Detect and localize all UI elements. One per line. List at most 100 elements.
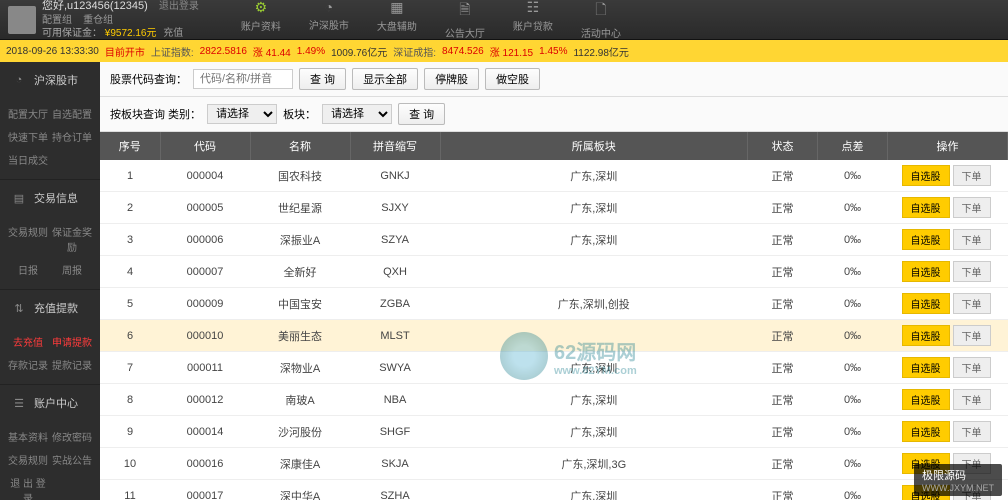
side-item[interactable]: 提款记录	[50, 353, 94, 376]
table-row[interactable]: 11 000017 深中华A SZHA 广东,深圳 正常 0‰ 自选股下单	[100, 480, 1008, 500]
plate-search-button[interactable]: 查 询	[398, 103, 445, 125]
table-row[interactable]: 9 000014 沙河股份 SHGF 广东,深圳 正常 0‰ 自选股下单	[100, 416, 1008, 448]
top-nav-item[interactable]: 🗋活动中心	[567, 0, 635, 44]
side-item[interactable]: 交易规则	[6, 448, 50, 471]
code-input[interactable]	[193, 69, 293, 89]
side-item[interactable]: 申请提款	[50, 330, 94, 353]
side-item[interactable]: 快速下单	[6, 125, 50, 148]
code-query-label: 股票代码查询：	[110, 71, 187, 87]
order-button[interactable]: 下单	[953, 389, 991, 410]
order-button[interactable]: 下单	[953, 229, 991, 250]
recharge-link[interactable]: 充值	[163, 28, 183, 39]
order-button[interactable]: 下单	[953, 357, 991, 378]
order-button[interactable]: 下单	[953, 165, 991, 186]
cell-status: 正常	[748, 480, 818, 500]
side-head[interactable]: ◔沪深股市	[0, 62, 100, 98]
top-nav-item[interactable]: ⚙账户资料	[227, 0, 295, 44]
top-nav-item[interactable]: 🗎公告大厅	[431, 0, 499, 44]
table-row[interactable]: 4 000007 全新好 QXH 正常 0‰ 自选股下单	[100, 256, 1008, 288]
order-button[interactable]: 下单	[953, 421, 991, 442]
side-item[interactable]: 日报	[6, 258, 50, 281]
side-items: 交易规则保证金奖励日报周报	[0, 216, 100, 289]
self-select-button[interactable]: 自选股	[902, 165, 950, 186]
self-select-button[interactable]: 自选股	[902, 421, 950, 442]
self-select-button[interactable]: 自选股	[902, 293, 950, 314]
sidebar: ◔沪深股市配置大厅自选配置快速下单持仓订单当日成交▤交易信息交易规则保证金奖励日…	[0, 62, 100, 500]
order-button[interactable]: 下单	[953, 325, 991, 346]
table-row[interactable]: 6 000010 美丽生态 MLST 正常 0‰ 自选股下单	[100, 320, 1008, 352]
table-row[interactable]: 3 000006 深振业A SZYA 广东,深圳 正常 0‰ 自选股下单	[100, 224, 1008, 256]
order-button[interactable]: 下单	[953, 261, 991, 282]
side-item[interactable]: 基本资料	[6, 425, 50, 448]
side-item[interactable]: 修改密码	[50, 425, 94, 448]
cell-code: 000017	[160, 480, 250, 500]
logout-link[interactable]: 退出登录	[159, 1, 199, 12]
table-row[interactable]: 7 000011 深物业A SWYA 广东,深圳 正常 0‰ 自选股下单	[100, 352, 1008, 384]
cell-status: 正常	[748, 384, 818, 416]
table-header[interactable]: 代码	[160, 132, 250, 160]
cell-code: 000005	[160, 192, 250, 224]
self-select-button[interactable]: 自选股	[902, 357, 950, 378]
table-header[interactable]: 状态	[748, 132, 818, 160]
table-header[interactable]: 名称	[250, 132, 350, 160]
side-section: ☰账户中心基本资料修改密码交易规则实战公告退 出 登 录	[0, 385, 100, 500]
category-select[interactable]: 请选择	[207, 104, 277, 124]
plate-select[interactable]: 请选择	[322, 104, 392, 124]
cell-py: MLST	[350, 320, 440, 352]
self-select-button[interactable]: 自选股	[902, 197, 950, 218]
side-head[interactable]: ☰账户中心	[0, 385, 100, 421]
side-item[interactable]: 周报	[50, 258, 94, 281]
side-item[interactable]: 当日成交	[6, 148, 50, 171]
search-button[interactable]: 查 询	[299, 68, 346, 90]
table-header[interactable]: 序号	[100, 132, 160, 160]
nav-label: 沪深股市	[309, 21, 349, 32]
cell-code: 000006	[160, 224, 250, 256]
top-nav-item[interactable]: ▦大盘辅助	[363, 0, 431, 44]
avatar[interactable]	[8, 6, 36, 34]
table-row[interactable]: 2 000005 世纪星源 SJXY 广东,深圳 正常 0‰ 自选股下单	[100, 192, 1008, 224]
table-row[interactable]: 10 000016 深康佳A SKJA 广东,深圳,3G 正常 0‰ 自选股下单	[100, 448, 1008, 480]
table-row[interactable]: 5 000009 中国宝安 ZGBA 广东,深圳,创投 正常 0‰ 自选股下单	[100, 288, 1008, 320]
table-wrap[interactable]: 序号代码名称拼音缩写所属板块状态点差操作 1 000004 国农科技 GNKJ …	[100, 132, 1008, 500]
side-item[interactable]: 自选配置	[50, 102, 94, 125]
nav-label: 大盘辅助	[377, 22, 417, 33]
side-item[interactable]: 交易规则	[6, 220, 50, 258]
short-button[interactable]: 做空股	[485, 68, 540, 90]
self-select-button[interactable]: 自选股	[902, 261, 950, 282]
self-select-button[interactable]: 自选股	[902, 389, 950, 410]
side-item[interactable]: 退 出 登 录	[6, 471, 50, 500]
self-select-button[interactable]: 自选股	[902, 229, 950, 250]
datetime: 2018-09-26 13:33:30	[6, 46, 99, 57]
table-header[interactable]: 操作	[888, 132, 1008, 160]
cell-code: 000010	[160, 320, 250, 352]
table-header[interactable]: 点差	[818, 132, 888, 160]
side-item[interactable]: 实战公告	[50, 448, 94, 471]
top-nav-item[interactable]: ◔沪深股市	[295, 0, 363, 44]
suspended-button[interactable]: 停牌股	[424, 68, 479, 90]
sh-pct: 1.49%	[297, 46, 325, 57]
side-items: 配置大厅自选配置快速下单持仓订单当日成交	[0, 98, 100, 179]
self-select-button[interactable]: 自选股	[902, 325, 950, 346]
side-head[interactable]: ▤交易信息	[0, 180, 100, 216]
cell-seq: 7	[100, 352, 160, 384]
table-row[interactable]: 1 000004 国农科技 GNKJ 广东,深圳 正常 0‰ 自选股下单	[100, 160, 1008, 192]
order-button[interactable]: 下单	[953, 293, 991, 314]
table-row[interactable]: 8 000012 南玻A NBA 广东,深圳 正常 0‰ 自选股下单	[100, 384, 1008, 416]
table-header[interactable]: 拼音缩写	[350, 132, 440, 160]
side-item[interactable]: 保证金奖励	[50, 220, 94, 258]
cell-diff: 0‰	[818, 384, 888, 416]
side-item[interactable]: 去充值	[6, 330, 50, 353]
cell-plate: 广东,深圳,创投	[440, 288, 748, 320]
side-head[interactable]: ⇅充值提款	[0, 290, 100, 326]
side-section: ⇅充值提款去充值申请提款存款记录提款记录	[0, 290, 100, 385]
show-all-button[interactable]: 显示全部	[352, 68, 418, 90]
side-item[interactable]: 持仓订单	[50, 125, 94, 148]
side-item[interactable]: 配置大厅	[6, 102, 50, 125]
margin-value: ¥9572.16元	[105, 28, 157, 39]
side-item[interactable]: 存款记录	[6, 353, 50, 376]
order-button[interactable]: 下单	[953, 197, 991, 218]
top-nav-item[interactable]: ☷账户贷款	[499, 0, 567, 44]
table-header[interactable]: 所属板块	[440, 132, 748, 160]
cell-name: 中国宝安	[250, 288, 350, 320]
cell-code: 000011	[160, 352, 250, 384]
